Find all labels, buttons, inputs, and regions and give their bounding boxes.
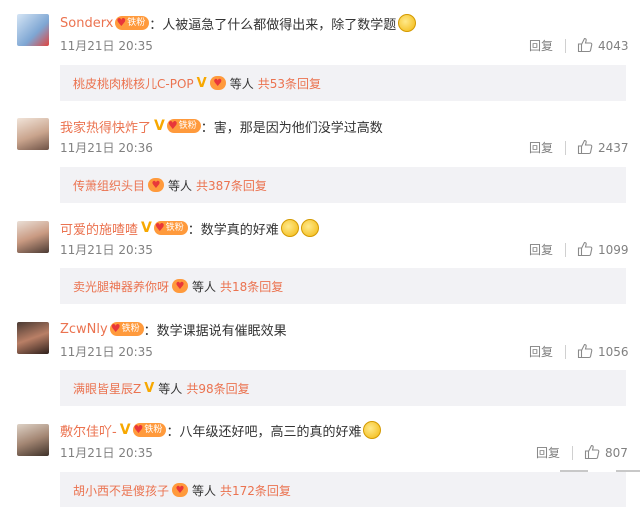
scroll-indicator[interactable] (616, 470, 640, 472)
thumbs-up-icon[interactable] (577, 37, 593, 53)
sweat-emoji-icon (363, 421, 382, 439)
smiley-emoji-icon (398, 14, 417, 32)
sub-reply-people: 等人 (192, 279, 217, 294)
sub-reply-people: 等人 (229, 76, 254, 91)
comment-item: ZcwNly ♥ 铁粉 ：数学课据说有催眠效果 11月21日 20:35 回复 1… (0, 305, 640, 406)
comment-text: ：害，那是因为他们没学过高数 (200, 120, 383, 136)
comment-username[interactable]: Sonderx (60, 16, 113, 31)
fan-badge-label: 铁粉 (144, 425, 163, 435)
avatar[interactable] (17, 221, 49, 253)
sub-reply-count[interactable]: 共18条回复 (220, 278, 283, 295)
fan-badge-icon: ♥ (172, 483, 189, 497)
comment-item: 我家热得快炸了 V ♥ 铁粉 ：害，那是因为他们没学过高数 11月21日 20:3… (0, 101, 640, 203)
comment-username[interactable]: 可爱的施喳喳 (60, 219, 138, 238)
sub-reply-count[interactable]: 共53条回复 (258, 75, 321, 92)
reply-button[interactable]: 回复 (529, 242, 553, 258)
sub-reply-user[interactable]: 卖光腿神器养你呀 (73, 278, 169, 295)
fan-badge-label: 铁粉 (178, 121, 197, 131)
sub-reply-summary[interactable]: 胡小西不是傻孩子 ♥ 等人 共172条回复 (60, 472, 626, 507)
separator (572, 446, 573, 460)
crying-emoji-icon (300, 219, 319, 237)
v-badge-icon: V (119, 422, 131, 438)
sub-reply-people: 等人 (168, 178, 193, 193)
comment-time: 11月21日 20:35 (60, 39, 153, 53)
fan-badge-icon: ♥ 铁粉 (153, 221, 188, 235)
fan-badge-icon: ♥ 铁粉 (109, 322, 144, 336)
avatar[interactable] (17, 424, 49, 456)
avatar[interactable] (17, 322, 49, 354)
comment-item: 敷尔佳吖- V ♥ 铁粉 ：八年级还好吧，高三的真的好难 11月21日 20:35… (0, 406, 640, 507)
sub-reply-summary[interactable]: 卖光腿神器养你呀 ♥ 等人 共18条回复 (60, 268, 626, 304)
avatar[interactable] (17, 14, 49, 46)
sub-reply-summary[interactable]: 传萧组织头目 ♥ 等人 共387条回复 (60, 167, 626, 203)
separator (565, 39, 566, 53)
comment-line: ZcwNly ♥ 铁粉 ：数学课据说有催眠效果 (60, 319, 287, 339)
comment-text: ：八年级还好吧，高三的真的好难 (166, 424, 362, 440)
thumbs-up-icon[interactable] (584, 444, 600, 460)
like-count: 1099 (598, 243, 629, 257)
comment-time: 11月21日 20:36 (60, 141, 153, 155)
comment-time: 11月21日 20:35 (60, 446, 153, 460)
thumbs-up-icon[interactable] (577, 241, 593, 257)
v-badge-icon: V (196, 75, 207, 91)
reply-button[interactable]: 回复 (536, 445, 560, 461)
fan-badge-icon: ♥ 铁粉 (166, 119, 201, 133)
fan-badge-icon: ♥ (172, 279, 189, 293)
sub-reply-summary[interactable]: 满眼皆星辰Z V 等人 共98条回复 (60, 370, 626, 406)
separator (565, 345, 566, 359)
separator (565, 141, 566, 155)
sub-reply-user[interactable]: 胡小西不是傻孩子 (73, 482, 169, 499)
v-badge-icon: V (144, 380, 155, 396)
fan-badge-label: 铁粉 (165, 223, 184, 233)
comment-item: Sonderx ♥ 铁粉 ：人被逼急了什么都做得出来，除了数学题 11月21日 2… (0, 0, 640, 101)
fan-badge-label: 铁粉 (121, 324, 140, 334)
comment-item: 可爱的施喳喳 V ♥ 铁粉 ：数学真的好难 11月21日 20:35 回复 109… (0, 203, 640, 305)
separator (565, 243, 566, 257)
scroll-indicator[interactable] (560, 470, 588, 472)
sub-reply-count[interactable]: 共98条回复 (186, 380, 249, 397)
comment-line: 可爱的施喳喳 V ♥ 铁粉 ：数学真的好难 (60, 218, 319, 238)
sub-reply-people: 等人 (158, 381, 183, 396)
v-badge-icon: V (154, 118, 165, 134)
fan-badge-icon: ♥ (209, 76, 226, 90)
comment-text: ：数学课据说有催眠效果 (143, 323, 287, 339)
comment-line: 我家热得快炸了 V ♥ 铁粉 ：害，那是因为他们没学过高数 (60, 116, 383, 136)
like-count: 807 (605, 446, 628, 460)
avatar[interactable] (17, 118, 49, 150)
reply-button[interactable]: 回复 (529, 344, 553, 360)
comment-time: 11月21日 20:35 (60, 345, 153, 359)
fan-badge-icon: ♥ 铁粉 (132, 423, 167, 437)
comment-line: 敷尔佳吖- V ♥ 铁粉 ：八年级还好吧，高三的真的好难 (60, 420, 382, 440)
fan-badge-label: 铁粉 (127, 18, 146, 28)
like-count: 2437 (598, 141, 629, 155)
comment-text: ：数学真的好难 (187, 222, 279, 238)
reply-button[interactable]: 回复 (529, 38, 553, 54)
fan-badge-icon: ♥ 铁粉 (115, 16, 150, 30)
comment-username[interactable]: 敷尔佳吖- (60, 421, 117, 440)
fan-badge-icon: ♥ (148, 178, 165, 192)
comment-text: ：人被逼急了什么都做得出来，除了数学题 (149, 17, 397, 33)
comment-time: 11月21日 20:35 (60, 243, 153, 257)
comment-username[interactable]: ZcwNly (60, 322, 108, 337)
v-badge-icon: V (141, 220, 152, 236)
comment-line: Sonderx ♥ 铁粉 ：人被逼急了什么都做得出来，除了数学题 (60, 13, 417, 33)
reply-button[interactable]: 回复 (529, 140, 553, 156)
like-count: 4043 (598, 39, 629, 53)
sub-reply-count[interactable]: 共387条回复 (196, 177, 267, 194)
crying-emoji-icon (280, 219, 299, 237)
comment-username[interactable]: 我家热得快炸了 (60, 117, 151, 136)
thumbs-up-icon[interactable] (577, 139, 593, 155)
sub-reply-user[interactable]: 传萧组织头目 (73, 177, 145, 194)
sub-reply-people: 等人 (192, 483, 217, 498)
sub-reply-user[interactable]: 满眼皆星辰Z (73, 380, 141, 397)
sub-reply-summary[interactable]: 桃皮桃肉桃核儿C-POP V ♥ 等人 共53条回复 (60, 65, 626, 101)
sub-reply-user[interactable]: 桃皮桃肉桃核儿C-POP (73, 75, 194, 92)
sub-reply-count[interactable]: 共172条回复 (220, 482, 291, 499)
thumbs-up-icon[interactable] (577, 343, 593, 359)
like-count: 1056 (598, 345, 629, 359)
